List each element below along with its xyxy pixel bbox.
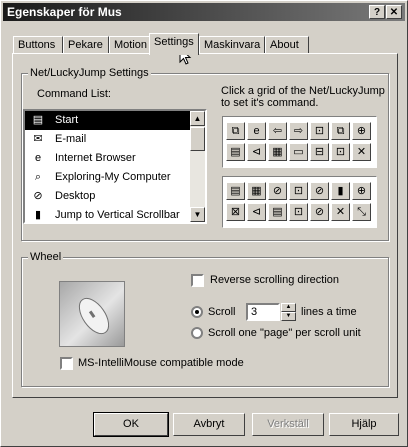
list-item[interactable]: e Internet Browser [25, 149, 205, 168]
command-list-label: Command List: [37, 88, 111, 100]
mouse-properties-window: Egenskaper för Mus ? ✕ Buttons Pekare Mo… [0, 0, 408, 447]
tab-settings[interactable]: Settings [149, 33, 199, 55]
intellimouse-label: MS-IntelliMouse compatible mode [78, 357, 244, 369]
grid-cell[interactable]: ⊡ [310, 122, 329, 140]
reverse-scrolling-label: Reverse scrolling direction [210, 274, 339, 286]
ok-button[interactable]: OK [93, 412, 169, 437]
scroll-page-label: Scroll one "page" per scroll unit [208, 327, 361, 339]
grid-cell[interactable]: ⊕ [352, 122, 371, 140]
tab-buttons[interactable]: Buttons [13, 36, 63, 54]
netlucky-group-label: Net/LuckyJump Settings [28, 67, 151, 79]
list-item[interactable]: ▤ Start [25, 111, 205, 130]
list-item[interactable]: ⊘ Desktop [25, 187, 205, 206]
grid-cell[interactable]: ⊘ [310, 182, 329, 200]
jump-grid-1: ⧉ e ⇦ ⇨ ⊡ ⧉ ⊕ ▤ ⊲ ▦ ▭ ⊟ ⊡ ✕ [222, 116, 377, 168]
intellimouse-checkbox[interactable] [60, 357, 73, 370]
grid-cell[interactable]: ▭ [289, 143, 308, 161]
grid-cell[interactable]: ⊠ [226, 203, 245, 221]
grid-cell[interactable]: ⊕ [352, 182, 371, 200]
lines-a-time-label: lines a time [301, 306, 357, 318]
email-icon: ✉ [33, 133, 43, 145]
grid-hint-text: Click a grid of the Net/LuckyJump to set… [221, 85, 385, 109]
close-button[interactable]: ✕ [386, 5, 402, 19]
scroll-lines-label: Scroll [208, 306, 236, 318]
list-item[interactable]: ▮ Jump to Vertical Scrollbar [25, 206, 205, 222]
jump-grid-2: ▤ ▦ ⊘ ⊡ ⊘ ▮ ⊕ ⊠ ⊲ ▤ ⊡ ⊘ ✕ ⤡ [222, 176, 377, 228]
grid-cell[interactable]: ⊡ [289, 182, 308, 200]
explore-icon: ⌕ [34, 171, 42, 183]
grid-cell[interactable]: ⧉ [331, 122, 350, 140]
grid-cell[interactable]: ▮ [331, 182, 350, 200]
grid-cell[interactable]: ▤ [226, 182, 245, 200]
scroll-up-icon[interactable]: ▲ [190, 111, 205, 126]
scroll-lines-input[interactable]: 3 [246, 303, 280, 321]
wheel-group-label: Wheel [28, 251, 64, 263]
grid-cell[interactable]: ⇦ [268, 122, 287, 140]
reverse-scrolling-checkbox[interactable] [191, 274, 204, 287]
grid-cell[interactable]: ⇨ [289, 122, 308, 140]
spin-down-icon[interactable]: ▼ [281, 312, 296, 321]
grid-cell[interactable]: ⊲ [247, 143, 266, 161]
window-title: Egenskaper för Mus [7, 5, 122, 19]
title-bar[interactable]: Egenskaper för Mus ? ✕ [3, 3, 405, 21]
help-title-button[interactable]: ? [369, 5, 385, 19]
help-button[interactable]: Hjälp [329, 413, 399, 436]
start-icon: ▤ [32, 114, 44, 126]
grid-cell[interactable]: ▦ [268, 143, 287, 161]
grid-cell[interactable]: e [247, 122, 266, 140]
list-item[interactable]: ✉ E-mail [25, 130, 205, 149]
grid-cell[interactable]: ▤ [268, 203, 287, 221]
tab-about[interactable]: About [265, 36, 309, 54]
grid-cell[interactable]: ⊡ [289, 203, 308, 221]
grid-cell[interactable]: ✕ [331, 203, 350, 221]
grid-cell[interactable]: ⊡ [331, 143, 350, 161]
tab-motion[interactable]: Motion [109, 36, 151, 54]
grid-cell[interactable]: ▦ [247, 182, 266, 200]
grid-cell[interactable]: ⊘ [310, 203, 329, 221]
command-list-scrollbar[interactable]: ▲ ▼ [190, 111, 205, 222]
grid-cell[interactable]: ⊲ [247, 203, 266, 221]
scroll-page-radio[interactable] [191, 327, 203, 339]
browser-icon: e [34, 152, 42, 164]
wheel-mouse-image [59, 281, 125, 347]
apply-button[interactable]: Verkställ [252, 413, 324, 436]
scroll-down-icon[interactable]: ▼ [190, 207, 205, 222]
list-item[interactable]: ⌕ Exploring-My Computer [25, 168, 205, 187]
scroll-lines-radio[interactable] [191, 306, 203, 318]
grid-cell[interactable]: ⧉ [226, 122, 245, 140]
scroll-thumb[interactable] [190, 127, 205, 151]
grid-cell[interactable]: ⊘ [268, 182, 287, 200]
command-list[interactable]: ▤ Start ✉ E-mail e Internet Browser ⌕ Explor… [23, 109, 207, 224]
scrollbar-icon: ▮ [34, 209, 42, 221]
tab-maskinvara[interactable]: Maskinvara [199, 36, 265, 54]
spin-up-icon[interactable]: ▲ [281, 303, 296, 312]
grid-cell[interactable]: ▤ [226, 143, 245, 161]
tab-pekare[interactable]: Pekare [63, 36, 109, 54]
cancel-button[interactable]: Avbryt [173, 413, 245, 436]
grid-cell[interactable]: ⊟ [310, 143, 329, 161]
grid-cell[interactable]: ⤡ [352, 203, 371, 221]
grid-cell[interactable]: ✕ [352, 143, 371, 161]
desktop-icon: ⊘ [33, 190, 43, 202]
